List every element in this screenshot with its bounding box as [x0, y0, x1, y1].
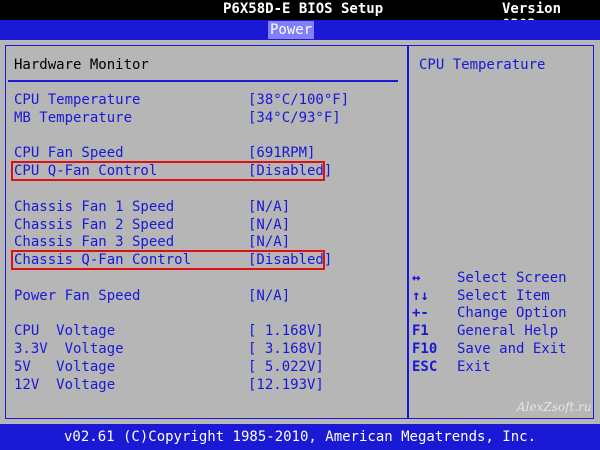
row-value-cpu-temperature: [38°C/100°F]: [248, 92, 350, 108]
row-label-cpu-q-fan-control[interactable]: CPU Q-Fan Control: [14, 163, 157, 179]
row-value-3-3v-voltage: [ 3.168V]: [248, 341, 324, 357]
key-desc-general-help: General Help: [457, 323, 559, 339]
key-desc-change-option: Change Option: [457, 305, 567, 321]
row-value-5v-voltage: [ 5.022V]: [248, 359, 324, 375]
title-divider: [8, 80, 398, 82]
row-label-power-fan-speed[interactable]: Power Fan Speed: [14, 288, 140, 304]
row-value-mb-temperature: [34°C/93°F]: [248, 110, 341, 126]
key-desc-exit: Exit: [457, 359, 491, 375]
footer-bar: v02.61 (C)Copyright 1985-2010, American …: [0, 424, 600, 450]
tab-power[interactable]: Power: [268, 21, 315, 39]
row-label-chassis-fan-1-speed[interactable]: Chassis Fan 1 Speed: [14, 199, 174, 215]
row-label-chassis-fan-2-speed[interactable]: Chassis Fan 2 Speed: [14, 217, 174, 233]
row-value-cpu-fan-speed: [691RPM]: [248, 145, 316, 161]
key-plus-minus: +-: [412, 305, 429, 321]
title-bar: P6X58D-E BIOS Setup Version 0303: [0, 0, 600, 33]
row-value-chassis-q-fan-control[interactable]: [Disabled]: [248, 252, 332, 268]
row-value-chassis-fan-2-speed: [N/A]: [248, 217, 291, 233]
help-title: CPU Temperature: [419, 57, 546, 73]
key-desc-save-and-exit: Save and Exit: [457, 341, 567, 357]
row-label-chassis-fan-3-speed[interactable]: Chassis Fan 3 Speed: [14, 234, 174, 250]
row-value-chassis-fan-1-speed: [N/A]: [248, 199, 291, 215]
row-label-5v-voltage[interactable]: 5V Voltage: [14, 359, 115, 375]
bios-title: P6X58D-E BIOS Setup: [223, 1, 384, 17]
key-up-down-arrow-icon: ↑↓: [412, 288, 429, 304]
row-value-power-fan-speed: [N/A]: [248, 288, 291, 304]
key-f10: F10: [412, 341, 438, 357]
row-label-chassis-q-fan-control[interactable]: Chassis Q-Fan Control: [14, 252, 191, 268]
key-desc-select-item: Select Item: [457, 288, 550, 304]
key-left-right-arrow-icon: ↔: [412, 270, 421, 286]
row-value-cpu-voltage: [ 1.168V]: [248, 323, 324, 339]
key-esc: ESC: [412, 359, 438, 375]
row-value-12v-voltage: [12.193V]: [248, 377, 324, 393]
copyright-text: v02.61 (C)Copyright 1985-2010, American …: [63, 429, 536, 445]
tab-bar: Power: [0, 20, 600, 40]
key-desc-select-screen: Select Screen: [457, 270, 567, 286]
row-label-mb-temperature[interactable]: MB Temperature: [14, 110, 132, 126]
watermark: AlexZsoft.ru: [517, 400, 592, 414]
row-label-cpu-temperature[interactable]: CPU Temperature: [14, 92, 140, 108]
row-label-12v-voltage[interactable]: 12V Voltage: [14, 377, 115, 393]
key-f1: F1: [412, 323, 429, 339]
row-label-cpu-voltage[interactable]: CPU Voltage: [14, 323, 115, 339]
row-label-cpu-fan-speed[interactable]: CPU Fan Speed: [14, 145, 124, 161]
row-value-cpu-q-fan-control[interactable]: [Disabled]: [248, 163, 332, 179]
section-title: Hardware Monitor: [14, 57, 149, 73]
row-label-3-3v-voltage[interactable]: 3.3V Voltage: [14, 341, 124, 357]
row-value-chassis-fan-3-speed: [N/A]: [248, 234, 291, 250]
